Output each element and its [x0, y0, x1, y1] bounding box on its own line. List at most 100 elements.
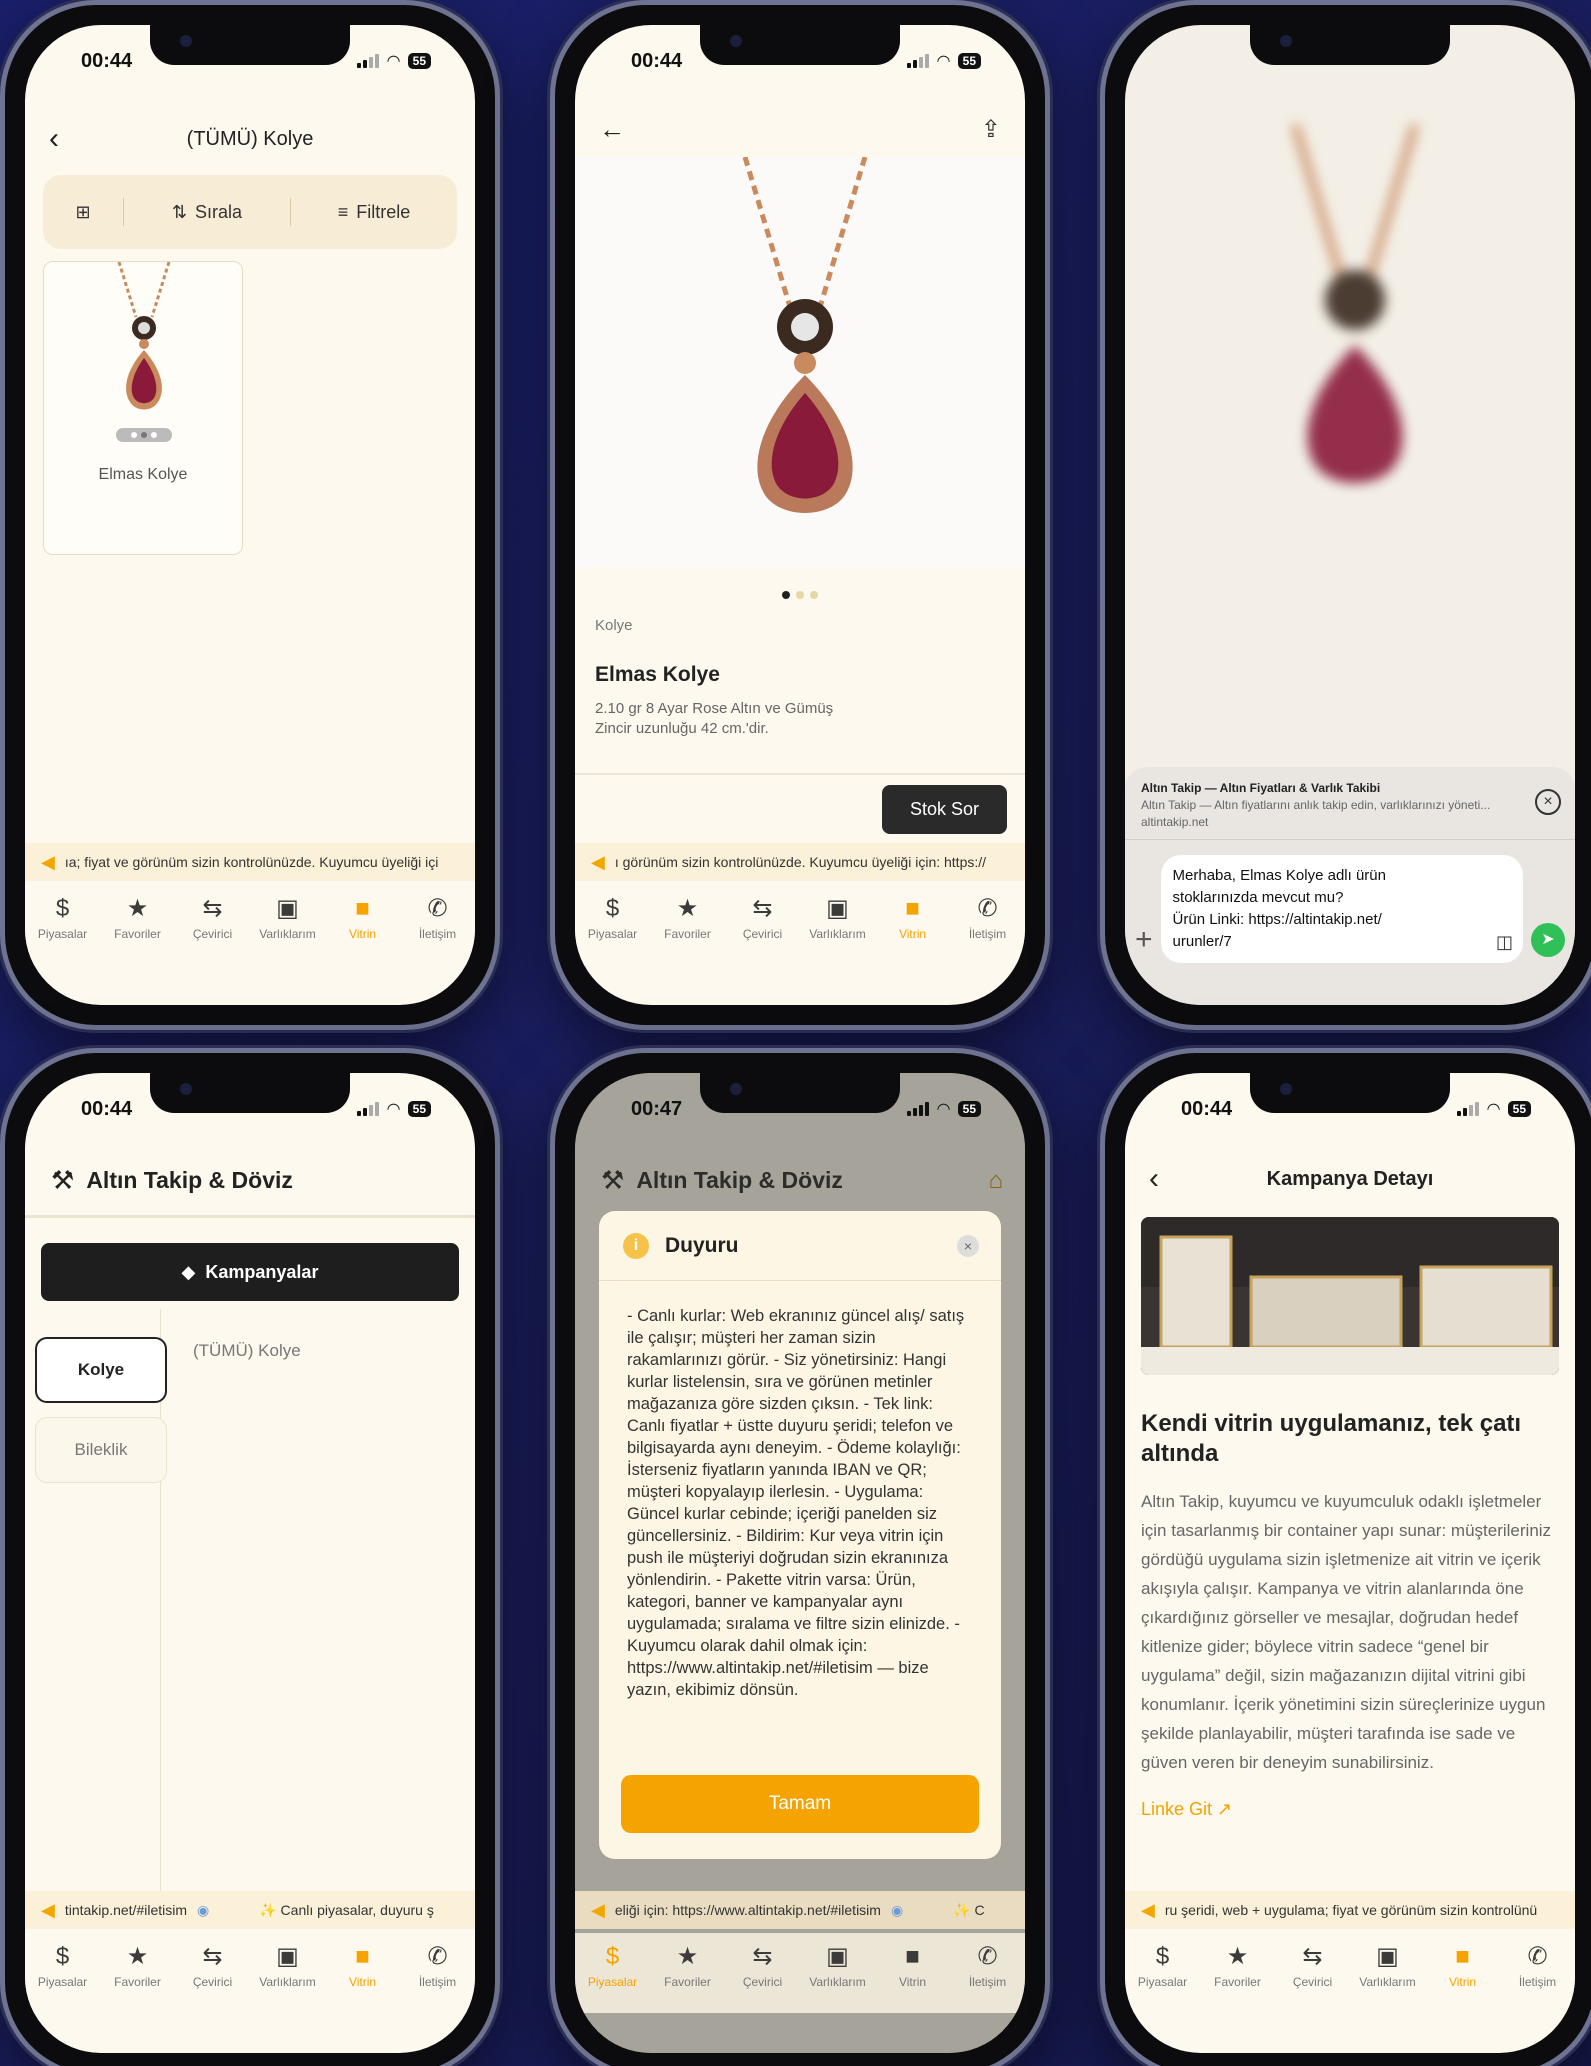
tab-varliklarim[interactable]: ▣ Varlıklarım [1353, 1943, 1423, 1989]
tab-piyasalar[interactable]: $ Piyasalar [578, 1943, 648, 1989]
sort-button[interactable]: ⇅ Sırala [124, 202, 290, 223]
signal-icon [357, 54, 380, 68]
tab-favoriler[interactable]: ★ Favoriler [1203, 1943, 1273, 1989]
tab-cevirici[interactable]: ⇆ Çevirici [178, 1943, 248, 1989]
tab-iletisim[interactable]: ✆ İletişim [403, 895, 473, 941]
info-icon: i [623, 1232, 649, 1259]
nav-bar: ‹ Kampanya Detayı [1125, 1155, 1575, 1203]
tab-cevirici[interactable]: ⇆ Çevirici [178, 895, 248, 941]
category-kolye[interactable]: Kolye [35, 1337, 167, 1403]
plus-icon[interactable]: + [1135, 923, 1153, 957]
tab-varliklarim[interactable]: ▣ Varlıklarım [803, 1943, 873, 1989]
campaigns-button[interactable]: ◆ Kampanyalar [41, 1243, 459, 1301]
phone-product-detail: 00:44 ◠ 55 ← ⇪ Kolye Elmas Kolye 2.10 gr … [550, 0, 1050, 1030]
tab-favoriler[interactable]: ★ Favoriler [653, 895, 723, 941]
megaphone-icon: ◀ [41, 851, 55, 872]
back-icon[interactable]: ‹ [1149, 1162, 1159, 1196]
globe-icon: ◉ [197, 1901, 210, 1918]
tab-iletisim[interactable]: ✆ İletişim [403, 1943, 473, 1989]
tab-vitrin[interactable]: ■ Vitrin [328, 1943, 398, 1989]
message-input[interactable]: Merhaba, Elmas Kolye adlı ürün stokların… [1160, 855, 1523, 963]
status-time: 00:44 [81, 49, 133, 72]
tab-piyasalar[interactable]: $ Piyasalar [578, 895, 648, 941]
product-name: Elmas Kolye [595, 663, 720, 686]
wifi-icon: ◠ [387, 53, 400, 70]
announcement-ticker: ◀ tintakip.net/#iletisim ◉ ✨ Canlı piyas… [25, 1891, 475, 1929]
tab-bar: $ Piyasalar ★ Favoriler ⇆ Çevirici ▣ Varlıkl… [25, 885, 475, 965]
close-icon[interactable]: × [1535, 789, 1561, 815]
subcategory-item[interactable]: (TÜMÜ) Kolye [193, 1341, 301, 1361]
star-icon: ★ [676, 895, 699, 922]
tab-vitrin[interactable]: ■ Vitrin [878, 1943, 948, 1989]
tab-favoriler[interactable]: ★ Favoriler [653, 1943, 723, 1989]
screen: 00:44 ◠ 55 ‹ Kampanya Detayı Kendi vitrin… [1125, 1073, 1575, 2053]
tab-vitrin[interactable]: ■ Vitrin [878, 895, 948, 941]
share-icon[interactable]: ⇪ [981, 115, 1001, 144]
phone-campaign-detail: 00:44 ◠ 55 ‹ Kampanya Detayı Kendi vitrin… [1100, 1048, 1591, 2066]
globe-icon: ◉ [890, 1901, 904, 1918]
tab-cevirici[interactable]: ⇆ Çevirici [728, 1943, 798, 1989]
tab-piyasalar[interactable]: $ Piyasalar [28, 895, 98, 941]
dollar-circle-icon: $ [605, 895, 620, 922]
wifi-icon: ◠ [1487, 1101, 1500, 1118]
filter-icon: ≡ [337, 201, 349, 222]
tab-iletisim[interactable]: ✆ İletişim [1503, 1943, 1573, 1989]
page-title: Kampanya Detayı [1266, 1167, 1434, 1190]
app-header: ⚒ Altın Takip & Döviz [51, 1165, 293, 1196]
phone-icon: ✆ [427, 895, 448, 922]
stock-ask-button[interactable]: Stok Sor [881, 785, 1007, 834]
tab-favoriler[interactable]: ★ Favoriler [103, 895, 173, 941]
close-icon[interactable]: × [957, 1234, 979, 1257]
tab-bar: $ Piyasalar ★ Favoriler ⇆ Çevirici ▣ Varlıkl… [575, 1933, 1025, 2013]
tab-varliklarim[interactable]: ▣ Varlıklarım [803, 895, 873, 941]
ok-button[interactable]: Tamam [621, 1775, 979, 1833]
tab-varliklarim[interactable]: ▣ Varlıklarım [253, 895, 323, 941]
announcement-ticker: ◀ ru şeridi, web + uygulama; fiyat ve gö… [1125, 1891, 1575, 1929]
tab-favoriler[interactable]: ★ Favoriler [103, 1943, 173, 1989]
battery-icon: 55 [957, 53, 981, 69]
tab-iletisim[interactable]: ✆ İletişim [953, 895, 1023, 941]
tab-bar: $ Piyasalar ★ Favoriler ⇆ Çevirici ▣ Varlıkl… [25, 1933, 475, 2013]
tab-piyasalar[interactable]: $ Piyasalar [1128, 1943, 1198, 1989]
necklace-image [117, 262, 171, 410]
filter-button[interactable]: ≡ Filtrele [291, 202, 457, 223]
announcement-ticker: ◀ ıa; fiyat ve görünüm sizin kontrolünüz… [25, 843, 475, 881]
page-title: (TÜMÜ) Kolye [186, 127, 314, 150]
sticker-icon[interactable]: ◫ [1496, 931, 1513, 953]
tab-piyasalar[interactable]: $ Piyasalar [28, 1943, 98, 1989]
tab-cevirici[interactable]: ⇆ Çevirici [728, 895, 798, 941]
product-card[interactable]: Elmas Kolye [43, 261, 243, 555]
signal-icon [1457, 1102, 1480, 1116]
screen: 00:44 ◠ 55 ‹ (TÜMÜ) Kolye ⊞ ⇅ Sırala ≡ Filt… [25, 25, 475, 1005]
shopping-bag-icon: ■ [355, 895, 370, 922]
star-icon: ★ [126, 895, 149, 922]
phone-announcement: 00:47 ◠ 55 ⚒ Altın Takip & Döviz ⌂ i Duyu… [550, 1048, 1050, 2066]
tab-varliklarim[interactable]: ▣ Varlıklarım [253, 1943, 323, 1989]
go-to-link[interactable]: Linke Git ↗ [1141, 1799, 1232, 1820]
grid-icon: ⊞ [75, 201, 91, 222]
screen: 00:44 ◠ 55 ⚒ Altın Takip & Döviz ◆ Kampan… [25, 1073, 475, 2053]
phone-icon: ✆ [427, 1943, 448, 1970]
grid-view-button[interactable]: ⊞ [43, 202, 123, 223]
screen: 00:44 ◠ 55 ← ⇪ Kolye Elmas Kolye 2.10 gr … [575, 25, 1025, 1005]
product-name: Elmas Kolye [98, 466, 188, 483]
back-icon[interactable]: ‹ [49, 122, 59, 156]
signal-icon [357, 1102, 380, 1116]
send-icon[interactable]: ➤ [1531, 923, 1565, 957]
signal-icon [907, 1102, 930, 1116]
dialog-body: - Canlı kurlar: Web ekranınız güncel alı… [627, 1307, 965, 1699]
wifi-icon: ◠ [937, 1101, 950, 1118]
swap-icon: ⇆ [752, 1943, 773, 1970]
tab-cevirici[interactable]: ⇆ Çevirici [1278, 1943, 1348, 1989]
back-arrow-icon[interactable]: ← [599, 114, 625, 145]
swap-icon: ⇆ [1302, 1943, 1323, 1970]
tab-iletisim[interactable]: ✆ İletişim [953, 1943, 1023, 1989]
wifi-icon: ◠ [937, 53, 950, 70]
tab-vitrin[interactable]: ■ Vitrin [1428, 1943, 1498, 1989]
screen: 00:47 ◠ 55 ⚒ Altın Takip & Döviz ⌂ i Duyu… [575, 1073, 1025, 2053]
tab-vitrin[interactable]: ■ Vitrin [328, 895, 398, 941]
campaign-paragraph: Altın Takip, kuyumcu ve kuyumculuk odakl… [1141, 1492, 1552, 1772]
swap-icon: ⇆ [202, 1943, 223, 1970]
category-bileklik[interactable]: Bileklik [35, 1417, 167, 1483]
product-image[interactable] [575, 156, 1025, 567]
